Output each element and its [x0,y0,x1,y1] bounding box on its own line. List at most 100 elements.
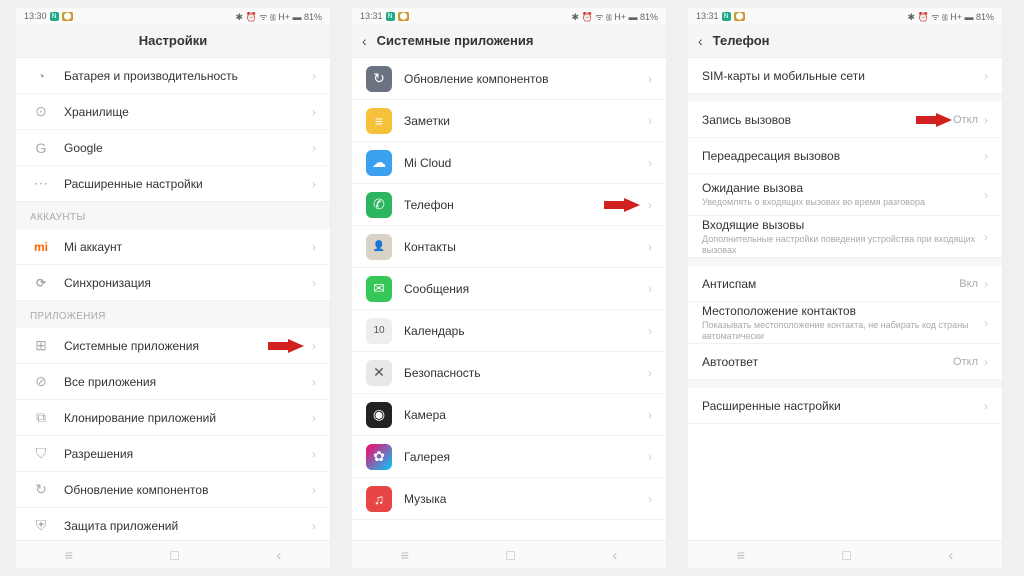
settings-row[interactable]: ⛉ Разрешения › [16,436,330,472]
row-label: Все приложения [64,375,312,389]
settings-icon: ⋯ [30,173,52,195]
row-label: Камера [404,408,648,422]
app-row[interactable]: 👤 Контакты › [352,226,666,268]
setting-row[interactable]: Антиспам Вкл › [688,266,1002,302]
settings-icon: G [30,137,52,159]
chevron-right-icon: › [648,450,652,464]
nav-back-icon[interactable]: ‹ [949,547,954,563]
settings-row[interactable]: ⟳ Синхронизация › [16,265,330,301]
row-label: Mi Cloud [404,156,648,170]
setting-row[interactable]: Расширенные настройки › [688,388,1002,424]
back-icon[interactable]: ‹ [362,33,367,49]
nav-back-icon[interactable]: ‹ [277,547,282,563]
nav-home-icon[interactable]: □ [843,547,851,563]
section-apps: ПРИЛОЖЕНИЯ [16,301,330,328]
settings-row[interactable]: ⊘ Все приложения › [16,364,330,400]
apps-list[interactable]: ↻ Обновление компонентов › ≡ Заметки › ☁… [352,58,666,540]
settings-row[interactable]: ⛨ Защита приложений › [16,508,330,540]
settings-row[interactable]: ⧉ Клонирование приложений › [16,400,330,436]
chevron-right-icon: › [648,408,652,422]
app-row[interactable]: ☁ Mi Cloud › [352,142,666,184]
chevron-right-icon: › [984,69,988,83]
page-title: Системные приложения [377,33,534,48]
setting-row[interactable]: Входящие вызовы Дополнительные настройки… [688,216,1002,258]
app-row[interactable]: ✆ Телефон › [352,184,666,226]
settings-row[interactable]: ⊞ Системные приложения › [16,328,330,364]
nav-recents-icon[interactable]: ≡ [65,547,73,563]
nav-back-icon[interactable]: ‹ [613,547,618,563]
chevron-right-icon: › [312,105,316,119]
settings-icon: ⛨ [30,515,52,537]
chevron-right-icon: › [648,114,652,128]
app-row[interactable]: ◉ Камера › [352,394,666,436]
settings-row[interactable]: ⊙ Хранилище › [16,94,330,130]
screen-phone-settings: 13:31 N ⬤ ✱ ⏰ ᯤ ⫾⫾ H+ ▬ 81% ‹ Телефон SI… [688,8,1002,568]
settings-row[interactable]: G Google › [16,130,330,166]
app-icon: ≡ [366,108,392,134]
app-row[interactable]: ≡ Заметки › [352,100,666,142]
setting-row[interactable]: Запись вызовов Откл › [688,102,1002,138]
chevron-right-icon: › [648,492,652,506]
status-time: 13:30 [24,11,47,21]
app-row[interactable]: ♫ Музыка › [352,478,666,520]
nav-recents-icon[interactable]: ≡ [737,547,745,563]
app-icon: 10 [366,318,392,344]
app-row[interactable]: ✿ Галерея › [352,436,666,478]
chevron-right-icon: › [984,355,988,369]
setting-row[interactable]: Ожидание вызова Уведомлять о входящих вы… [688,174,1002,216]
row-label: Разрешения [64,447,312,461]
android-navbar: ≡ □ ‹ [688,540,1002,568]
chevron-right-icon: › [648,366,652,380]
status-bar: 13:31 N ⬤ ✱ ⏰ ᯤ ⫾⫾ H+ ▬ 81% [688,8,1002,24]
row-label: Заметки [404,114,648,128]
app-row[interactable]: ✕ Безопасность › [352,352,666,394]
chevron-right-icon: › [312,447,316,461]
status-icons: ✱ ⏰ ᯤ ⫾⫾ H+ ▬ 81% [572,10,659,23]
app-row[interactable]: ✉ Сообщения › [352,268,666,310]
status-badge: N [386,12,395,21]
chevron-right-icon: › [984,113,988,127]
setting-row[interactable]: Переадресация вызовов › [688,138,1002,174]
chevron-right-icon: › [312,240,316,254]
settings-row[interactable]: ⋯ Расширенные настройки › [16,166,330,202]
app-icon: ↻ [366,66,392,92]
row-label: Системные приложения [64,339,312,353]
chevron-right-icon: › [312,483,316,497]
app-icon: ✿ [366,444,392,470]
row-label: Переадресация вызовов [702,149,984,163]
settings-row[interactable]: ↻ Обновление компонентов › [16,472,330,508]
settings-row[interactable]: mi Mi аккаунт › [16,229,330,265]
header: ‹ Системные приложения [352,24,666,58]
settings-icon: ⛉ [30,443,52,465]
row-label: Google [64,141,312,155]
chevron-right-icon: › [984,188,988,202]
row-value: Откл [953,114,978,126]
chevron-right-icon: › [312,276,316,290]
row-value: Вкл [959,278,978,290]
settings-icon: ↻ [30,479,52,501]
settings-row[interactable]: ◔ Батарея и производительность › [16,58,330,94]
row-label: Телефон [404,198,648,212]
row-label: Обновление компонентов [404,72,648,86]
setting-row[interactable]: Местоположение контактов Показывать мест… [688,302,1002,344]
row-label: Клонирование приложений [64,411,312,425]
chevron-right-icon: › [648,240,652,254]
settings-list[interactable]: ◔ Батарея и производительность › ⊙ Храни… [16,58,330,540]
row-label: Обновление компонентов [64,483,312,497]
screen-settings: 13:30 N ⬤ ✱ ⏰ ᯤ ⫾⫾ H+ ▬ 81% Настройки ◔ … [16,8,330,568]
setting-row[interactable]: SIM-карты и мобильные сети › [688,58,1002,94]
back-icon[interactable]: ‹ [698,33,703,49]
app-icon: ✆ [366,192,392,218]
row-label: Местоположение контактов [702,304,984,318]
nav-recents-icon[interactable]: ≡ [401,547,409,563]
setting-row[interactable]: Автоответ Откл › [688,344,1002,380]
nav-home-icon[interactable]: □ [507,547,515,563]
app-row[interactable]: ↻ Обновление компонентов › [352,58,666,100]
row-label: Календарь [404,324,648,338]
app-row[interactable]: 10 Календарь › [352,310,666,352]
row-label: Входящие вызовы [702,218,984,232]
phone-settings-list[interactable]: SIM-карты и мобильные сети › Запись вызо… [688,58,1002,540]
row-label: Антиспам [702,277,959,291]
nav-home-icon[interactable]: □ [171,547,179,563]
status-badge: N [722,12,731,21]
